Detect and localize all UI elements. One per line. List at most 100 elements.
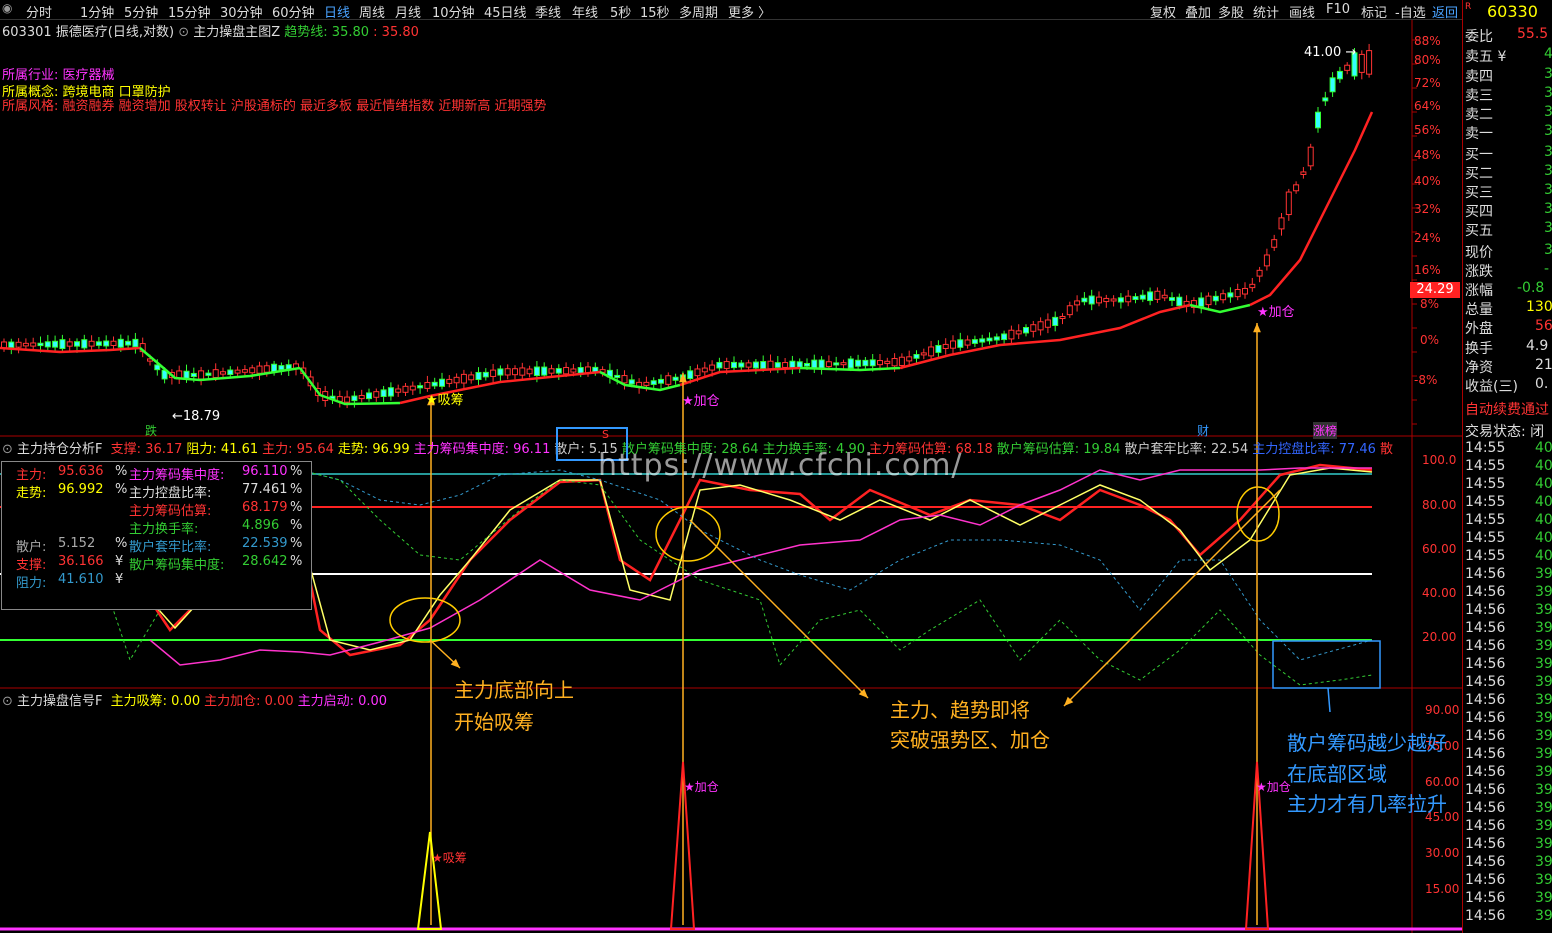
tick-time-25: 14:56	[1465, 890, 1506, 906]
candle-body	[132, 338, 139, 348]
rp-label-18: 收益(三)	[1465, 379, 1518, 395]
signal-spike-xichou	[416, 831, 443, 930]
candle-body	[526, 368, 533, 375]
panel2-title[interactable]: 主力持仓分析F	[17, 442, 102, 457]
candle-body	[1088, 295, 1095, 305]
candle-body	[1198, 297, 1205, 307]
candle-body	[88, 340, 95, 347]
candle-body	[482, 371, 489, 378]
candle-body	[906, 356, 913, 362]
die-marker[interactable]: 跌	[145, 422, 157, 439]
candle-body	[37, 342, 44, 347]
legend-left-unit-4: %	[115, 536, 128, 551]
candle-body	[460, 373, 467, 384]
legend-left-unit-1: %	[115, 482, 128, 497]
style-label: 所属风格:	[2, 99, 59, 114]
candle-body	[650, 380, 657, 385]
candle-body	[913, 354, 920, 359]
candle-body	[424, 382, 431, 389]
rp-value-10: 3	[1544, 220, 1552, 236]
tick-time-19: 14:56	[1465, 782, 1506, 798]
candle-body	[212, 369, 219, 378]
legend-right-value-4: 22.539	[242, 536, 288, 551]
candle-body	[643, 381, 650, 386]
candle-body	[1234, 288, 1241, 298]
panel3-toggle-icon[interactable]: ⊙	[2, 694, 13, 709]
trade-status: 交易状态: 闭	[1465, 424, 1545, 440]
candle-body	[417, 385, 424, 389]
candle-body	[1212, 295, 1219, 302]
legend-right-label-2: 主力筹码估算:	[129, 504, 212, 519]
indicator-name[interactable]: 主力操盘主图Z	[193, 25, 280, 40]
tick-value-17: 39	[1535, 746, 1552, 762]
candle-body	[665, 375, 672, 385]
candle-body	[205, 372, 212, 376]
p3-tick-0: 90.00	[1425, 703, 1460, 717]
legend-right-unit-5: %	[290, 554, 303, 569]
candle-body	[847, 358, 854, 369]
candle-body	[380, 389, 387, 397]
p2-tick-0: 100.0	[1422, 453, 1457, 467]
rp-label-9: 买四	[1465, 204, 1493, 220]
stock-title: 603301 振德医疗(日线,对数)	[2, 25, 175, 40]
candle-body	[220, 371, 226, 375]
candle-body	[44, 341, 51, 348]
rp-value-16: 4.9	[1526, 338, 1549, 354]
annotation-2-line1: 主力、趋势即将	[890, 698, 1030, 722]
candle-body	[1263, 254, 1270, 267]
jiacang-marker-2: ★加仓	[1257, 305, 1295, 320]
rp-label-16: 换手	[1465, 341, 1493, 357]
candle-body	[110, 340, 117, 347]
candle-body	[234, 369, 241, 374]
rp-label-8: 买三	[1465, 185, 1493, 201]
candle-body	[752, 361, 759, 369]
p2-tick-2: 60.00	[1422, 542, 1457, 556]
candle-body	[1037, 321, 1044, 331]
annotation-3-line1: 散户筹码越少越好	[1287, 731, 1447, 755]
panel3-title[interactable]: 主力操盘信号F	[17, 694, 102, 709]
candle-body	[519, 367, 526, 376]
candle-body	[1322, 97, 1329, 102]
p2-item-1: 阻力: 41.61	[186, 442, 259, 457]
tick-value-20: 39	[1535, 800, 1552, 816]
zhangting-marker[interactable]: 涨榜	[1313, 422, 1338, 439]
candle-body	[59, 339, 66, 350]
candle-body	[512, 368, 518, 376]
candle-body	[716, 361, 723, 369]
candle-body	[1329, 77, 1336, 93]
auto-renew-label[interactable]: 自动续费通过	[1465, 399, 1552, 419]
candle-body	[1366, 50, 1373, 75]
candle-body	[1315, 111, 1321, 129]
chip-concentration-line	[149, 467, 1372, 666]
candle-body	[475, 371, 482, 381]
cai-marker[interactable]: 财	[1197, 422, 1209, 439]
rp-label-11: 现价	[1465, 245, 1493, 261]
trend-value-2: 35.80	[381, 25, 419, 40]
candle-body	[745, 362, 752, 368]
tick-time-5: 14:55	[1465, 530, 1506, 546]
panel2-toggle-icon[interactable]: ⊙	[2, 442, 13, 457]
tick-value-1: 40	[1535, 458, 1552, 474]
rp-value-12: -	[1544, 261, 1550, 277]
p2-item-2: 主力: 95.64	[262, 442, 334, 457]
candle-body	[614, 374, 621, 378]
candle-body	[877, 360, 883, 366]
rp-value-11: 3	[1544, 242, 1552, 258]
tick-value-2: 40	[1535, 476, 1552, 492]
legend-left-unit-0: %	[115, 464, 128, 479]
legend-left-label-1: 走势:	[16, 486, 47, 501]
legend-left-label-6: 阻力:	[16, 576, 47, 591]
candle-body	[855, 359, 862, 367]
tick-value-3: 40	[1535, 494, 1552, 510]
tick-value-13: 39	[1535, 674, 1552, 690]
p2-tick-3: 40.00	[1422, 586, 1457, 600]
highlight-ellipse-3	[1236, 486, 1280, 542]
tick-time-8: 14:56	[1465, 584, 1506, 600]
candle-body	[971, 339, 978, 344]
candle-body	[570, 368, 577, 373]
rp-label-13: 涨幅	[1465, 283, 1493, 299]
legend-right-label-5: 散户筹码集中度:	[129, 558, 225, 573]
indicator-toggle-icon[interactable]: ⊙	[178, 25, 193, 40]
candle-body	[942, 343, 949, 349]
candle-body	[731, 361, 737, 369]
